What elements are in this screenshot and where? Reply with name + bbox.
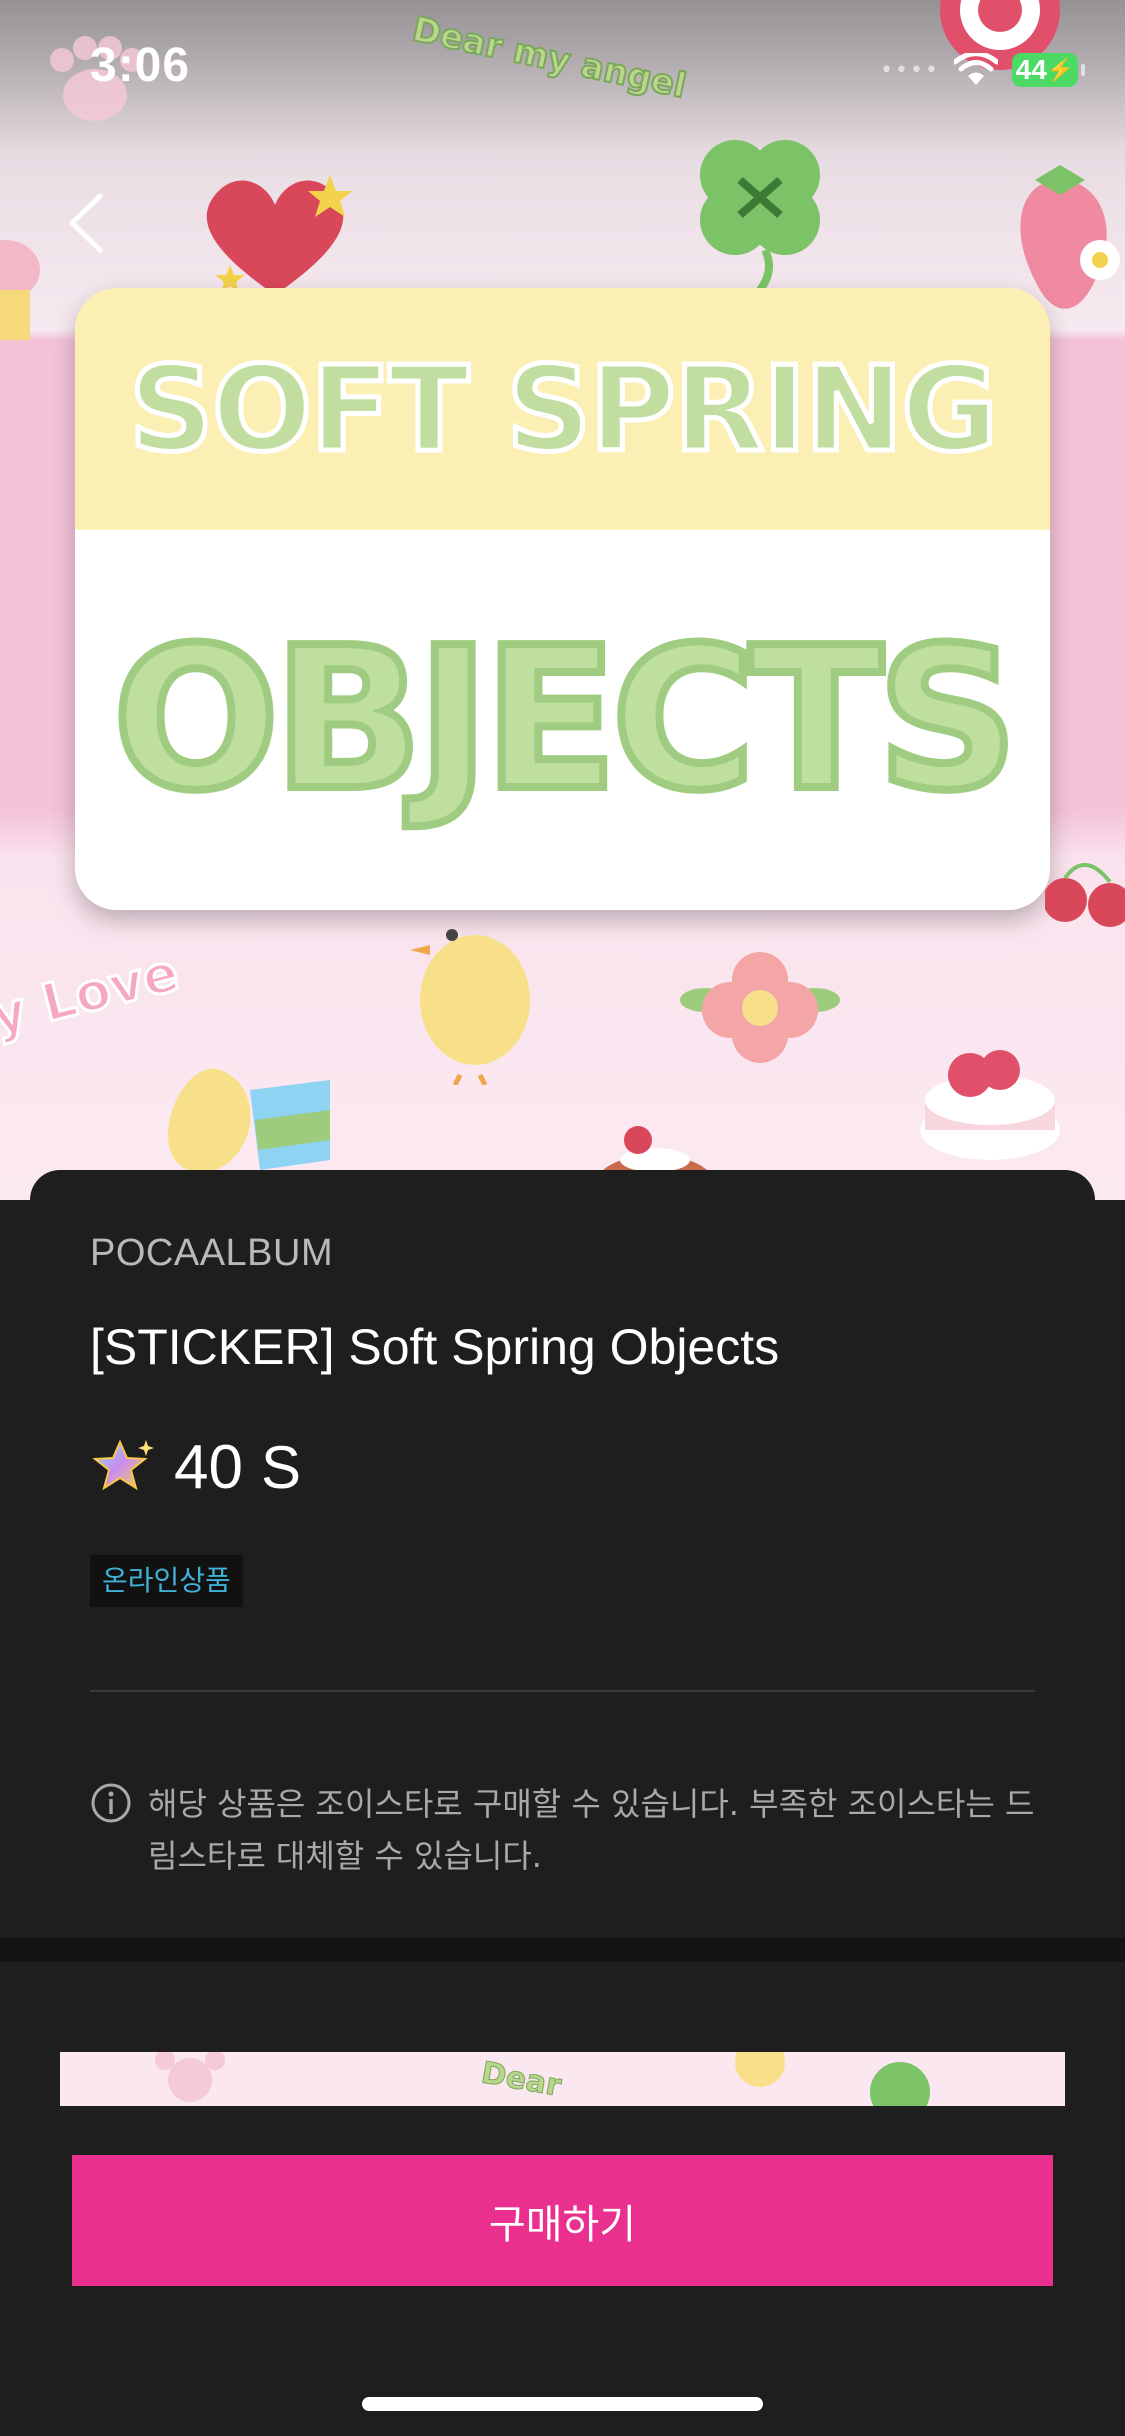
price-row: 40 S — [90, 1432, 301, 1502]
svg-text:Dear: Dear — [479, 2055, 564, 2103]
buy-button[interactable]: 구매하기 — [72, 2155, 1053, 2286]
joystar-icon — [92, 1439, 154, 1491]
title-card-bottom-band: OBJECTS — [75, 530, 1050, 910]
price-amount: 40 — [174, 1432, 243, 1502]
flower-sticker — [680, 952, 840, 1063]
status-icons: •••• 44 ⚡ — [880, 48, 1085, 92]
back-button[interactable] — [58, 188, 118, 258]
hero-image: Dear my angel SOFT SPRING OBJECTS y Love — [0, 0, 1125, 1200]
signal-dots-icon: •••• — [880, 57, 940, 83]
detail-preview-stickers: Dear — [155, 2052, 930, 2106]
notice-text: 해당 상품은 조이스타로 구매할 수 있습니다. 부족한 조이스타는 드림스타로… — [148, 1785, 1035, 1875]
divider — [90, 1690, 1035, 1692]
title-soft-spring: SOFT SPRING — [126, 338, 1000, 481]
wifi-icon — [953, 53, 998, 85]
battery-level: 44 — [1015, 54, 1047, 85]
detail-image-preview: Dear — [60, 2052, 1065, 2106]
product-title: [STICKER] Soft Spring Objects — [90, 1319, 780, 1375]
status-time: 3:06 — [90, 39, 191, 92]
title-card-top-band: SOFT SPRING — [75, 288, 1050, 530]
brand-name: POCAALBUM — [90, 1232, 334, 1274]
battery-charging-icon: 44 ⚡ — [1011, 53, 1085, 87]
cherry-sticker — [1045, 862, 1125, 927]
bolt-icon: ⚡ — [1046, 57, 1075, 82]
price-unit: S — [260, 1433, 301, 1501]
section-separator — [0, 1938, 1125, 1962]
cupcake-sticker — [0, 240, 40, 340]
purchase-notice: 해당 상품은 조이스타로 구매할 수 있습니다. 부족한 조이스타는 드림스타로… — [90, 1778, 1050, 1882]
title-objects: OBJECTS — [109, 602, 1023, 838]
title-card: SOFT SPRING OBJECTS — [75, 288, 1050, 910]
info-circle-icon — [91, 1783, 131, 1823]
clover-sticker — [700, 140, 820, 290]
heart-sticker — [206, 175, 352, 295]
chevron-left-icon — [69, 193, 103, 253]
home-indicator — [362, 2397, 763, 2411]
online-product-badge: 온라인상품 — [90, 1555, 243, 1607]
my-love-sticker: y Love — [0, 941, 186, 1048]
cake-sticker — [920, 1050, 1060, 1160]
chick-sticker — [410, 929, 530, 1085]
